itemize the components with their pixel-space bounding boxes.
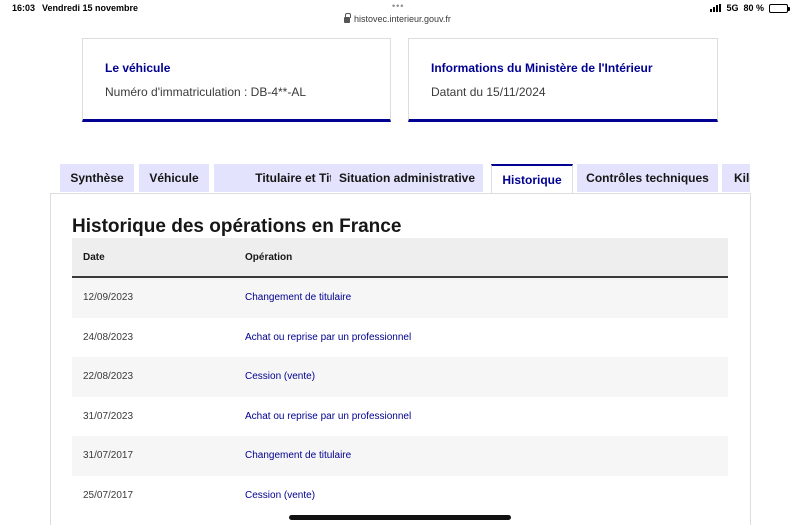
tab-vehicule[interactable]: Véhicule	[139, 164, 209, 192]
address-bar[interactable]: histovec.interieur.gouv.fr	[344, 13, 451, 24]
row-date: 31/07/2017	[83, 450, 134, 462]
ministry-info-title: Informations du Ministère de l'Intérieur	[431, 61, 653, 75]
table-row: 31/07/2017 Changement de titulaire	[72, 436, 728, 476]
row-operation: Changement de titulaire	[245, 450, 352, 462]
row-operation: Changement de titulaire	[245, 292, 352, 304]
row-date: 24/08/2023	[83, 331, 134, 343]
signal-icon	[710, 4, 722, 12]
ministry-info-card: Informations du Ministère de l'Intérieur…	[408, 38, 718, 122]
table-row: 24/08/2023 Achat ou reprise par un profe…	[72, 317, 728, 357]
history-title: Historique des opérations en France	[72, 216, 402, 237]
table-body: 12/09/2023 Changement de titulaire 24/08…	[72, 278, 728, 515]
tab-label: Historique	[502, 173, 562, 187]
tab-historique[interactable]: Historique	[491, 164, 573, 194]
row-date: 31/07/2023	[83, 410, 134, 422]
status-bar: 16:03 Vendredi 15 novembre ••• histovec.…	[0, 0, 800, 30]
lock-icon	[344, 13, 351, 23]
history-table: Date Opération 12/09/2023 Changement de …	[72, 238, 728, 515]
status-indicators: 5G 80 %	[710, 3, 790, 13]
more-dots-icon[interactable]: •••	[392, 1, 404, 11]
tab-synthese[interactable]: Synthèse	[60, 164, 134, 192]
column-header-operation: Opération	[245, 251, 293, 263]
row-date: 22/08/2023	[83, 371, 134, 383]
vehicle-card: Le véhicule Numéro d'immatriculation : D…	[82, 38, 391, 122]
battery-label: 80 %	[743, 3, 764, 13]
status-time: 16:03	[12, 3, 36, 13]
row-operation: Achat ou reprise par un professionnel	[245, 331, 412, 343]
network-label: 5G	[726, 3, 739, 13]
row-operation: Cession (vente)	[245, 371, 316, 383]
tab-controles-techniques[interactable]: Contrôles techniques	[577, 164, 718, 192]
row-operation: Cession (vente)	[245, 489, 316, 501]
home-indicator[interactable]	[289, 515, 511, 520]
row-date: 12/09/2023	[83, 292, 134, 304]
registration-number: Numéro d'immatriculation : DB-4**-AL	[105, 85, 307, 99]
status-date: Vendredi 15 novembre	[42, 3, 139, 13]
tab-label: Contrôles techniques	[586, 171, 709, 185]
tab-label: Situation administrative	[338, 171, 476, 185]
vehicle-card-title: Le véhicule	[105, 61, 171, 75]
url-text: histovec.interieur.gouv.fr	[354, 14, 451, 24]
ministry-info-date: Datant du 15/11/2024	[431, 85, 546, 99]
tab-situation-administrative[interactable]: Situation administrative	[331, 164, 483, 192]
table-row: 31/07/2023 Achat ou reprise par un profe…	[72, 396, 728, 436]
table-row: 12/09/2023 Changement de titulaire	[72, 278, 728, 318]
tab-label: Kilo	[734, 171, 750, 185]
tab-label: Véhicule	[149, 171, 199, 185]
table-row: 25/07/2017 Cession (vente)	[72, 475, 728, 515]
tab-label: Synthèse	[70, 171, 124, 185]
battery-icon	[769, 3, 790, 13]
row-date: 25/07/2017	[83, 489, 134, 501]
table-header: Date Opération	[72, 238, 728, 278]
tab-bar: Synthèse Véhicule Titulaire et Titre Sit…	[60, 164, 750, 194]
row-operation: Achat ou reprise par un professionnel	[245, 410, 412, 422]
tab-kilometrage[interactable]: Kilo	[722, 164, 750, 192]
column-header-date: Date	[83, 251, 105, 263]
table-row: 22/08/2023 Cession (vente)	[72, 357, 728, 397]
